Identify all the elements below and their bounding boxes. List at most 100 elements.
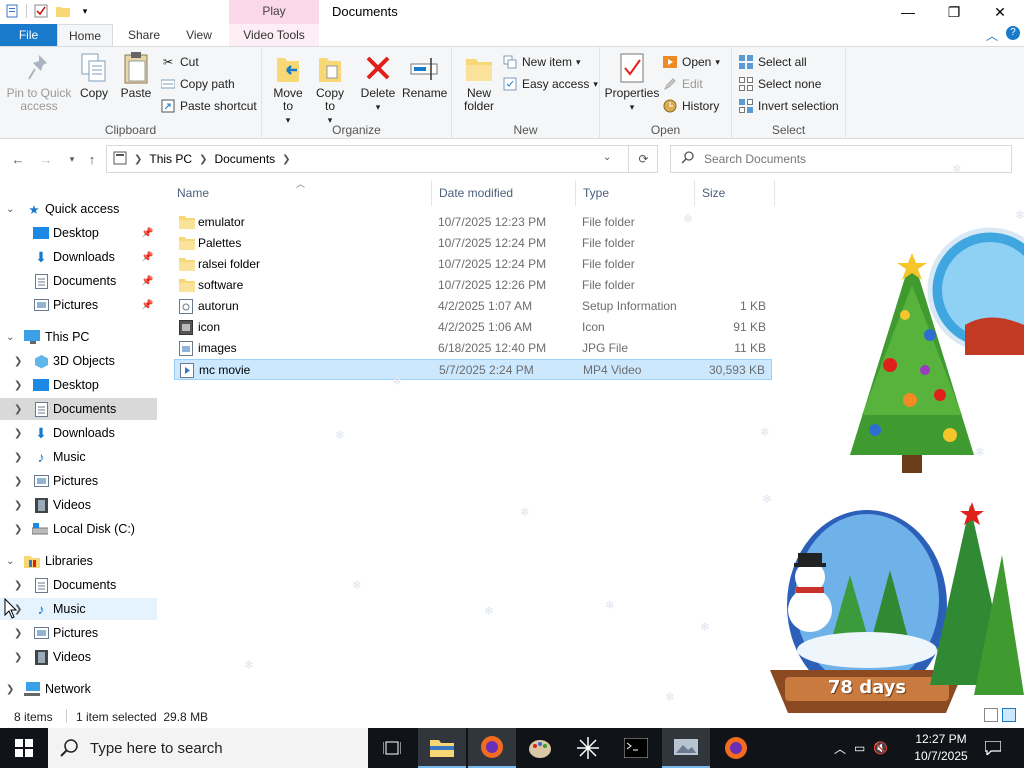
copy-to-button[interactable]: Copy to ▾ xyxy=(310,51,350,127)
move-to-button[interactable]: Move to ▾ xyxy=(268,51,308,127)
select-all-button[interactable]: Select all xyxy=(738,52,807,72)
properties-qat-icon[interactable] xyxy=(33,3,49,19)
taskbar-firefox[interactable] xyxy=(468,728,516,768)
tree-quick-pictures[interactable]: Pictures 📌 xyxy=(0,294,157,316)
chevron-right-icon[interactable]: ❯ xyxy=(14,500,22,511)
taskbar-terminal[interactable] xyxy=(612,728,660,768)
notification-center-button[interactable] xyxy=(978,728,1008,768)
rename-button[interactable]: Rename xyxy=(402,51,447,100)
chevron-right-icon[interactable]: ❯ xyxy=(14,404,22,415)
file-row[interactable]: autorun 4/2/2025 1:07 AM Setup Information… xyxy=(174,296,772,317)
chevron-expanded-icon[interactable]: ⌄ xyxy=(6,332,14,343)
help-icon[interactable]: ? xyxy=(1006,26,1020,40)
edit-button[interactable]: Edit xyxy=(662,74,703,94)
tree-3d-objects[interactable]: ❯ 3D Objects xyxy=(0,350,157,372)
tree-lib-videos[interactable]: ❯ Videos xyxy=(0,646,157,668)
delete-button[interactable]: Delete ▾ xyxy=(358,51,398,114)
collapse-ribbon-icon[interactable]: ︿ xyxy=(986,27,998,44)
up-arrow-icon[interactable]: ↑ xyxy=(84,151,100,167)
task-view-button[interactable] xyxy=(368,728,416,768)
taskbar-file-explorer[interactable] xyxy=(418,728,466,768)
invert-selection-button[interactable]: Invert selection xyxy=(738,96,839,116)
minimize-button[interactable]: — xyxy=(885,0,931,24)
select-none-button[interactable]: Select none xyxy=(738,74,821,94)
chevron-right-icon[interactable]: ❯ xyxy=(14,380,22,391)
tree-lib-pictures[interactable]: ❯ Pictures xyxy=(0,622,157,644)
chevron-right-icon[interactable]: ❯ xyxy=(6,684,14,695)
new-folder-button[interactable]: New folder xyxy=(458,51,500,113)
tree-lib-documents[interactable]: ❯ Documents xyxy=(0,574,157,596)
tree-quick-documents[interactable]: Documents 📌 xyxy=(0,270,157,292)
tree-pc-pictures[interactable]: ❯ Pictures xyxy=(0,470,157,492)
file-row[interactable]: software 10/7/2025 12:26 PM File folder xyxy=(174,275,772,296)
breadcrumb-this-pc[interactable]: This PC xyxy=(149,152,192,166)
paste-shortcut-button[interactable]: Paste shortcut xyxy=(160,96,257,116)
column-header-type[interactable]: Type xyxy=(576,180,695,206)
address-history-chevron-icon[interactable]: ⌄ xyxy=(603,152,611,163)
file-row[interactable]: mc movie 5/7/2025 2:24 PM MP4 Video 30,593 … xyxy=(174,359,772,380)
tree-network[interactable]: ❯ Network xyxy=(0,678,157,700)
column-header-size[interactable]: Size xyxy=(695,180,775,206)
properties-button[interactable]: Properties ▾ xyxy=(604,51,660,114)
taskbar-firefox-2[interactable] xyxy=(712,728,760,768)
refresh-button[interactable]: ⟳ xyxy=(628,145,658,173)
history-button[interactable]: History xyxy=(662,96,719,116)
new-folder-qat-icon[interactable] xyxy=(55,3,71,19)
volume-muted-icon[interactable]: 🔇 xyxy=(873,741,888,755)
tree-pc-downloads[interactable]: ❯ ⬇ Downloads xyxy=(0,422,157,444)
chevron-right-icon[interactable]: ❯ xyxy=(14,476,22,487)
close-button[interactable]: ✕ xyxy=(977,0,1023,24)
chevron-expanded-icon[interactable]: ⌄ xyxy=(6,556,14,567)
back-arrow-icon[interactable]: ← xyxy=(10,151,26,167)
cut-button[interactable]: ✂ Cut xyxy=(160,52,199,72)
taskbar-clock[interactable]: 12:27 PM 10/7/2025 xyxy=(910,731,972,765)
tab-video-tools[interactable]: Video Tools xyxy=(229,24,319,46)
open-button[interactable]: Open ▾ xyxy=(662,52,720,72)
copy-button[interactable]: Copy xyxy=(76,51,112,100)
recent-locations-icon[interactable]: ▾ xyxy=(64,151,80,167)
start-button[interactable] xyxy=(0,728,48,768)
breadcrumb-documents[interactable]: Documents xyxy=(214,152,275,166)
tree-this-pc[interactable]: ⌄ This PC xyxy=(0,326,157,348)
tree-quick-desktop[interactable]: Desktop 📌 xyxy=(0,222,157,244)
taskbar-snip[interactable] xyxy=(564,728,612,768)
tab-file[interactable]: File xyxy=(0,24,57,46)
tab-home[interactable]: Home xyxy=(57,24,113,46)
tree-libraries[interactable]: ⌄ Libraries xyxy=(0,550,157,572)
column-header-date[interactable]: Date modified xyxy=(432,180,576,206)
network-tray-icon[interactable]: ▭ xyxy=(854,741,865,755)
tree-lib-music[interactable]: ❯ ♪ Music xyxy=(0,598,157,620)
tree-local-disk[interactable]: ❯ Local Disk (C:) xyxy=(0,518,157,540)
pin-quick-access-button[interactable]: Pin to Quick access xyxy=(4,51,74,113)
taskbar-paint[interactable] xyxy=(516,728,564,768)
easy-access-button[interactable]: Easy access ▾ xyxy=(502,74,598,94)
tab-share[interactable]: Share xyxy=(118,24,170,46)
chevron-expanded-icon[interactable]: ⌄ xyxy=(6,204,14,215)
tree-pc-desktop[interactable]: ❯ Desktop xyxy=(0,374,157,396)
forward-arrow-icon[interactable]: → xyxy=(38,151,54,167)
new-item-button[interactable]: New item ▾ xyxy=(502,52,581,72)
paste-button[interactable]: Paste xyxy=(116,51,156,100)
tree-pc-videos[interactable]: ❯ Videos xyxy=(0,494,157,516)
chevron-right-icon[interactable]: ❯ xyxy=(14,356,22,367)
tree-pc-music[interactable]: ❯ ♪ Music xyxy=(0,446,157,468)
chevron-right-icon[interactable]: ❯ xyxy=(14,580,22,591)
file-row[interactable]: Palettes 10/7/2025 12:24 PM File folder xyxy=(174,233,772,254)
taskbar-search-box[interactable]: Type here to search xyxy=(48,728,368,768)
explorer-app-icon[interactable] xyxy=(4,3,20,19)
taskbar-photo-app[interactable] xyxy=(662,728,710,768)
show-hidden-icons-chevron-icon[interactable]: ︿ xyxy=(834,740,846,757)
tree-pc-documents[interactable]: ❯ Documents xyxy=(0,398,157,420)
chevron-right-icon[interactable]: ❯ xyxy=(14,428,22,439)
copy-path-button[interactable]: Copy path xyxy=(160,74,235,94)
chevron-right-icon[interactable]: ❯ xyxy=(14,628,22,639)
customize-qat-icon[interactable]: ▾ xyxy=(77,3,93,19)
chevron-right-icon[interactable]: ❯ xyxy=(14,652,22,663)
file-row[interactable]: ralsei folder 10/7/2025 12:24 PM File fold… xyxy=(174,254,772,275)
details-view-icon[interactable] xyxy=(984,708,998,722)
file-row[interactable]: icon 4/2/2025 1:06 AM Icon 91 KB xyxy=(174,317,772,338)
chevron-right-icon[interactable]: ❯ xyxy=(14,524,22,535)
large-icons-view-icon[interactable] xyxy=(1002,708,1016,722)
tree-quick-downloads[interactable]: ⬇ Downloads 📌 xyxy=(0,246,157,268)
maximize-button[interactable]: ❐ xyxy=(931,0,977,24)
